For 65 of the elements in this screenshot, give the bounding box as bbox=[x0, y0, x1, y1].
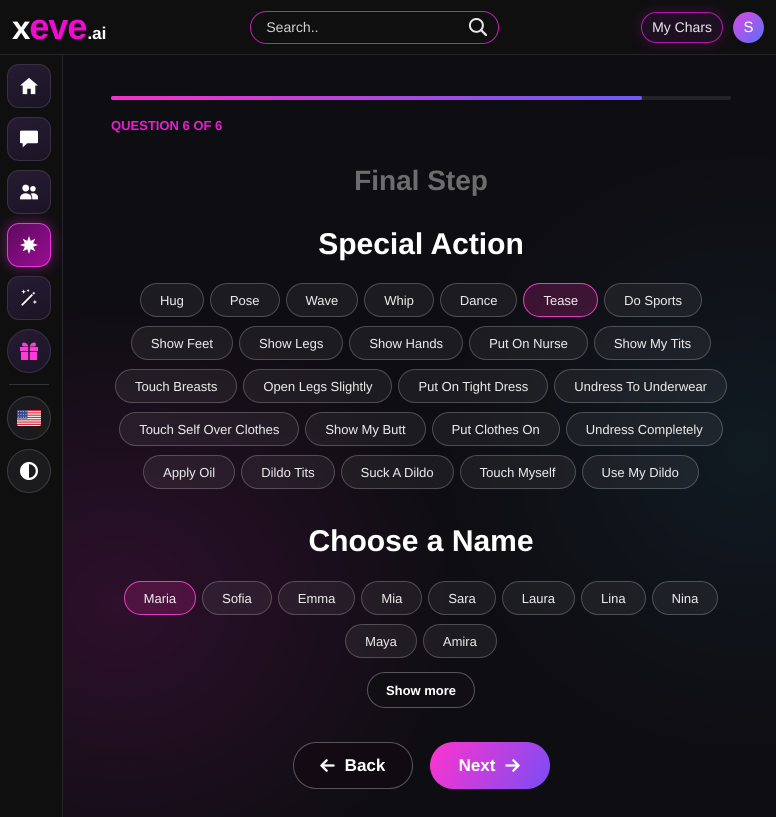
action-chip[interactable]: Dance bbox=[440, 283, 518, 317]
search-field[interactable]: Search.. bbox=[250, 10, 500, 44]
action-chip[interactable]: Touch Myself bbox=[460, 455, 576, 489]
back-button[interactable]: Back bbox=[292, 742, 412, 789]
action-chip[interactable]: Show My Tits bbox=[594, 326, 712, 360]
name-chip[interactable]: Sara bbox=[428, 581, 496, 615]
action-chip[interactable]: Do Sports bbox=[604, 283, 702, 317]
chat-bubble-icon bbox=[20, 130, 38, 148]
question-counter: QUESTION 6 OF 6 bbox=[111, 118, 222, 134]
home-icon bbox=[20, 77, 38, 95]
sidebar-button[interactable] bbox=[7, 117, 51, 161]
name-chip[interactable]: Laura bbox=[502, 581, 576, 615]
action-chip[interactable]: Undress Completely bbox=[566, 412, 723, 446]
us-flag-icon bbox=[17, 410, 41, 426]
users-icon bbox=[20, 183, 38, 201]
arrow-left-icon bbox=[320, 759, 335, 772]
logo[interactable]: xeve.ai bbox=[12, 9, 106, 45]
next-button[interactable]: Next bbox=[430, 742, 550, 789]
gift-icon bbox=[20, 342, 38, 360]
sidebar-button[interactable] bbox=[7, 64, 51, 108]
name-chip[interactable]: Maya bbox=[345, 624, 417, 658]
arrow-right-icon bbox=[505, 759, 520, 772]
name-chip[interactable]: Mia bbox=[361, 581, 422, 615]
action-chip[interactable]: Pose bbox=[210, 283, 280, 317]
sidebar-button[interactable] bbox=[7, 170, 51, 214]
avatar[interactable]: S bbox=[733, 12, 764, 42]
action-chip[interactable]: Tease bbox=[523, 283, 598, 317]
sidebar-button[interactable] bbox=[7, 276, 51, 320]
contrast-icon bbox=[20, 462, 38, 480]
action-chip[interactable]: Put Clothes On bbox=[432, 412, 560, 446]
magic-wand-icon bbox=[20, 289, 38, 307]
section-heading: Special Action bbox=[318, 227, 524, 263]
name-chip[interactable]: Lina bbox=[581, 581, 646, 615]
action-chip[interactable]: Show My Butt bbox=[305, 412, 426, 446]
name-chip[interactable]: Nina bbox=[652, 581, 718, 615]
sidebar-button[interactable] bbox=[7, 223, 51, 267]
action-chip[interactable]: Whip bbox=[364, 283, 434, 317]
name-chip[interactable]: Amira bbox=[422, 624, 497, 658]
search-icon bbox=[469, 18, 488, 36]
action-chip[interactable]: Show Legs bbox=[239, 326, 344, 360]
my-chars-button[interactable]: My Chars bbox=[641, 12, 723, 42]
language-button[interactable] bbox=[7, 396, 51, 440]
show-more-button[interactable]: Show more bbox=[366, 672, 476, 708]
action-chip[interactable]: Wave bbox=[286, 283, 358, 317]
action-chip[interactable]: Put On Tight Dress bbox=[398, 369, 548, 403]
name-chip[interactable]: Maria bbox=[124, 581, 196, 615]
step-title: Final Step bbox=[354, 164, 488, 198]
starburst-icon bbox=[20, 236, 38, 254]
sidebar-button[interactable] bbox=[7, 329, 51, 373]
action-chip[interactable]: Put On Nurse bbox=[469, 326, 588, 360]
action-chip[interactable]: Undress To Underwear bbox=[554, 369, 728, 403]
action-chip[interactable]: Open Legs Slightly bbox=[243, 369, 392, 403]
theme-button[interactable] bbox=[7, 449, 51, 493]
name-chip[interactable]: Sofia bbox=[202, 581, 272, 615]
section-heading: Choose a Name bbox=[308, 524, 534, 560]
action-chip[interactable]: Dildo Tits bbox=[241, 455, 335, 489]
action-chip[interactable]: Use My Dildo bbox=[582, 455, 699, 489]
action-chip[interactable]: Touch Breasts bbox=[114, 369, 238, 403]
action-chip[interactable]: Suck A Dildo bbox=[340, 455, 454, 489]
action-chip[interactable]: Show Feet bbox=[130, 326, 234, 360]
action-chip[interactable]: Show Hands bbox=[349, 326, 464, 360]
action-chip[interactable]: Apply Oil bbox=[143, 455, 236, 489]
action-chip[interactable]: Hug bbox=[140, 283, 204, 317]
name-chip[interactable]: Emma bbox=[278, 581, 356, 615]
action-chip[interactable]: Touch Self Over Clothes bbox=[119, 412, 300, 446]
